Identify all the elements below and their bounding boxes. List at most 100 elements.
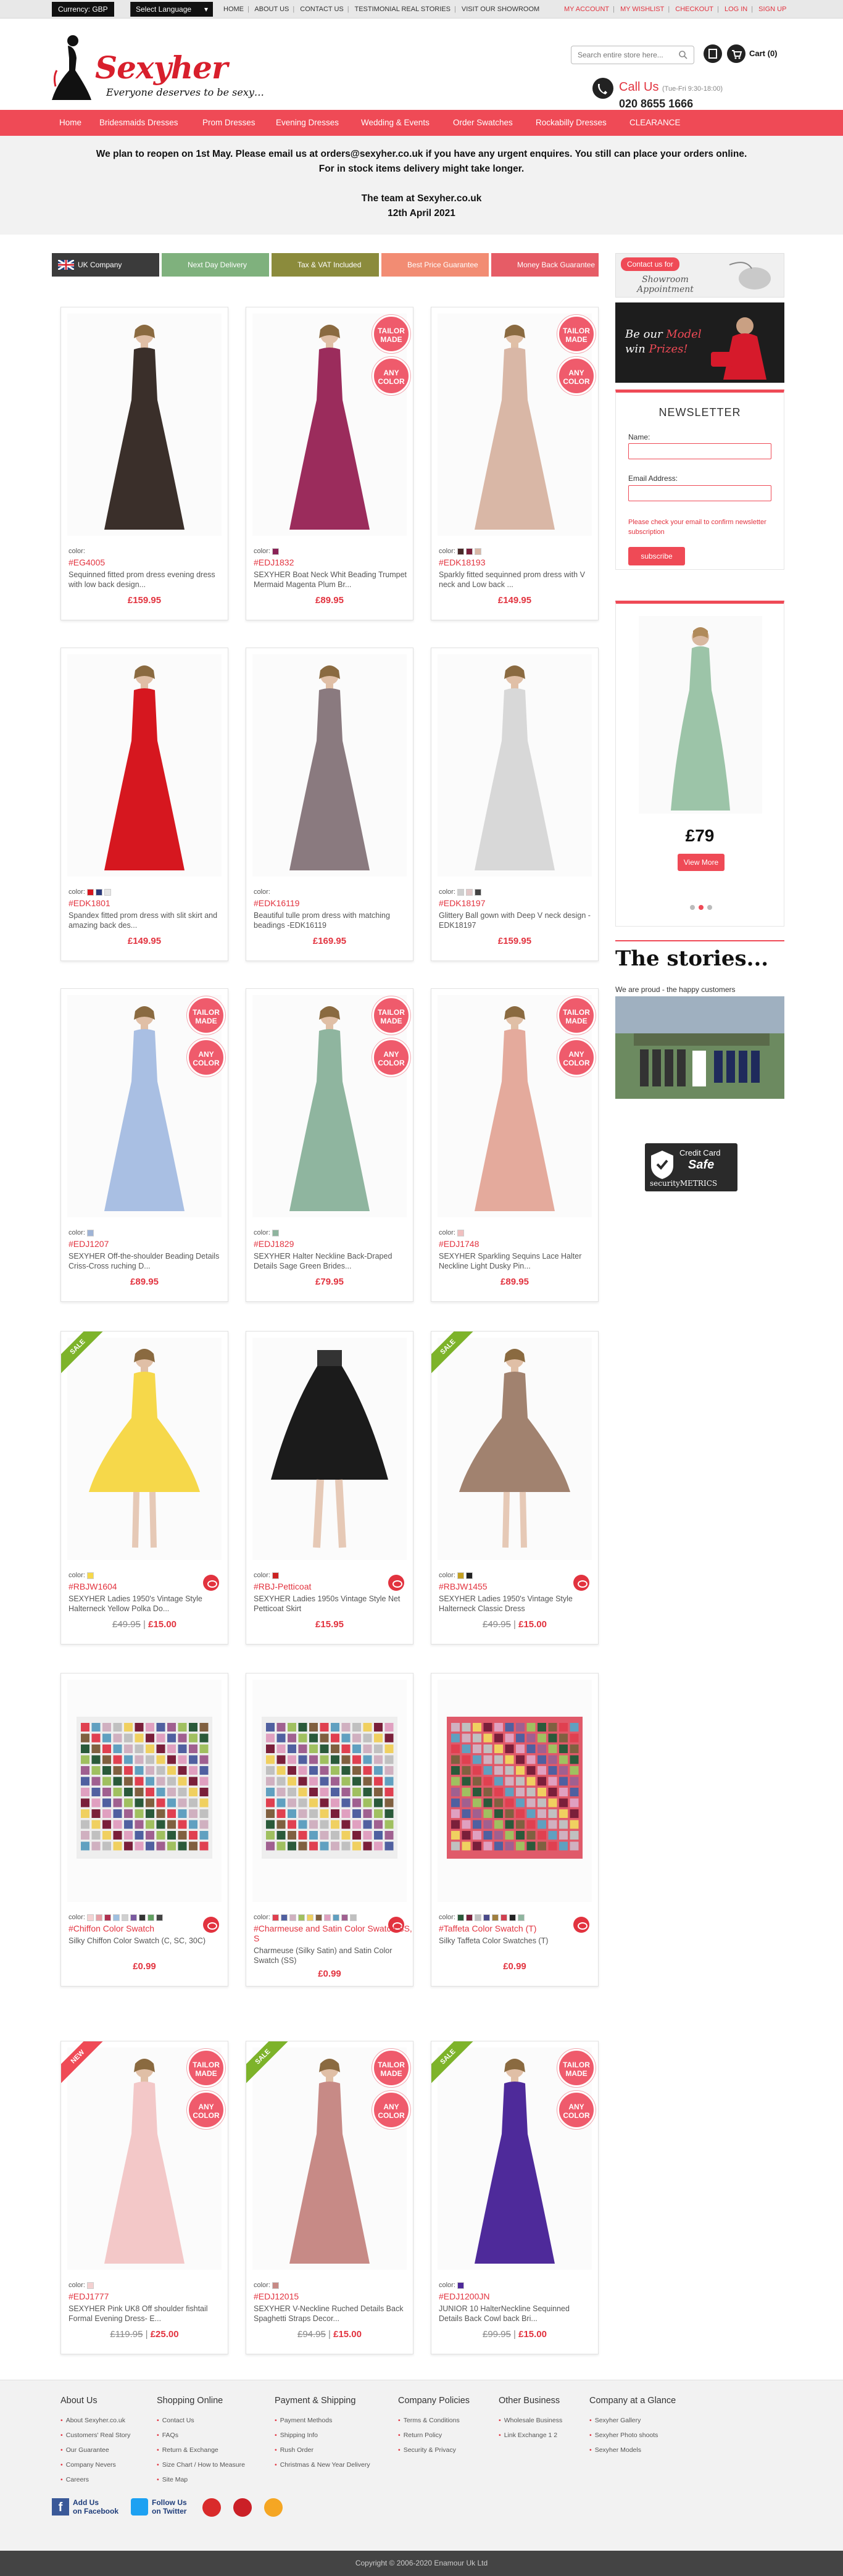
- product-description[interactable]: SEXYHER Off-the-shoulder Beading Details…: [69, 1251, 223, 1271]
- search-icon[interactable]: [678, 50, 688, 60]
- product-card[interactable]: SALE color: #RBJW1604 SEXYHER Ladies 1950's…: [60, 1331, 228, 1644]
- footer-link[interactable]: Security & Privacy: [398, 2443, 470, 2457]
- nav-swatches[interactable]: Order Swatches: [453, 110, 513, 136]
- footer-link[interactable]: Sexyher Photo shoots: [589, 2428, 676, 2443]
- color-swatch[interactable]: [483, 1914, 490, 1921]
- color-swatch[interactable]: [156, 1914, 163, 1921]
- color-swatch[interactable]: [86, 1229, 94, 1236]
- color-swatch[interactable]: [457, 1914, 464, 1921]
- product-description[interactable]: Sequinned fitted prom dress evening dres…: [69, 570, 223, 590]
- product-code[interactable]: #RBJW1455: [439, 1582, 488, 1591]
- product-card[interactable]: SALE color: #RBJW1455 SEXYHER Ladies 1950's…: [431, 1331, 599, 1644]
- product-image[interactable]: [438, 654, 592, 877]
- footer-link[interactable]: Size Chart / How to Measure: [157, 2457, 245, 2472]
- product-description[interactable]: Glittery Ball gown with Deep V neck desi…: [439, 911, 593, 930]
- product-image[interactable]: [67, 1338, 222, 1560]
- product-card[interactable]: color: #EDK18197 Glittery Ball gown with D…: [431, 648, 599, 961]
- product-code[interactable]: #EDK18193: [439, 557, 486, 567]
- stories-title[interactable]: The stories...: [615, 946, 784, 971]
- pinterest-icon[interactable]: [233, 2498, 252, 2517]
- model-prize-banner[interactable]: Be our Model win Prizes!: [615, 302, 784, 383]
- color-swatch[interactable]: [500, 1914, 507, 1921]
- product-card[interactable]: color: #Chiffon Color Swatch Silky Chiffon…: [60, 1673, 228, 1986]
- color-swatch[interactable]: [297, 1914, 305, 1921]
- footer-link[interactable]: Return Policy: [398, 2428, 470, 2443]
- logo-silhouette-icon[interactable]: [51, 33, 93, 102]
- product-card[interactable]: color: #EDK16119 Beautiful tulle prom dres…: [246, 648, 413, 961]
- blogger-icon[interactable]: [264, 2498, 283, 2517]
- footer-link[interactable]: About Sexyher.co.uk: [60, 2413, 130, 2428]
- color-swatch[interactable]: [280, 1914, 288, 1921]
- color-swatch[interactable]: [465, 548, 473, 555]
- color-swatch[interactable]: [86, 888, 94, 896]
- color-swatch[interactable]: [474, 1914, 481, 1921]
- color-swatch[interactable]: [457, 1229, 464, 1236]
- product-description[interactable]: SEXYHER Ladies 1950s Vintage Style Net P…: [254, 1594, 408, 1614]
- quick-view-eye-icon[interactable]: [203, 1917, 219, 1933]
- stories-wedding-photo[interactable]: [615, 996, 784, 1099]
- product-code[interactable]: #EDK18197: [439, 898, 486, 908]
- product-description[interactable]: Sparkly fitted sequinned prom dress with…: [439, 570, 593, 590]
- product-card[interactable]: color: #EG4005 Sequinned fitted prom dress…: [60, 307, 228, 620]
- quick-view-eye-icon[interactable]: [573, 1917, 589, 1933]
- link-about[interactable]: ABOUT US: [254, 6, 289, 13]
- footer-link[interactable]: Shipping Info: [275, 2428, 370, 2443]
- footer-link[interactable]: Careers: [60, 2472, 130, 2487]
- color-swatch[interactable]: [509, 1914, 516, 1921]
- product-description[interactable]: SEXYHER Pink UK8 Off shoulder fishtail F…: [69, 2304, 223, 2324]
- quick-view-eye-icon[interactable]: [388, 1575, 404, 1591]
- color-swatch[interactable]: [465, 1572, 473, 1579]
- footer-link[interactable]: Rush Order: [275, 2443, 370, 2457]
- color-swatch[interactable]: [306, 1914, 314, 1921]
- color-swatch[interactable]: [147, 1914, 154, 1921]
- product-code[interactable]: #Charmeuse and Satin Color Swatch SS, S: [254, 1924, 413, 1943]
- product-code[interactable]: #RBJW1604: [69, 1582, 117, 1591]
- color-swatch[interactable]: [272, 1914, 279, 1921]
- logo-text[interactable]: Sexyher: [95, 49, 228, 86]
- nav-wedding[interactable]: Wedding & Events: [361, 110, 430, 136]
- link-home[interactable]: HOME: [223, 6, 244, 13]
- product-description[interactable]: SEXYHER V-Neckline Ruched Details Back S…: [254, 2304, 408, 2324]
- footer-link[interactable]: Company Nevers: [60, 2457, 130, 2472]
- color-swatch[interactable]: [272, 2282, 279, 2289]
- product-description[interactable]: SEXYHER Sparkling Sequins Lace Halter Ne…: [439, 1251, 593, 1271]
- footer-link[interactable]: Sexyher Models: [589, 2443, 676, 2457]
- view-more-button[interactable]: View More: [678, 854, 725, 871]
- color-swatch[interactable]: [289, 1914, 296, 1921]
- product-description[interactable]: SEXYHER Boat Neck Whit Beading Trumpet M…: [254, 570, 408, 590]
- color-swatch[interactable]: [112, 1914, 120, 1921]
- color-swatch[interactable]: [341, 1914, 348, 1921]
- product-description[interactable]: Silky Chiffon Color Swatch (C, SC, 30C): [69, 1936, 223, 1946]
- product-description[interactable]: SEXYHER Ladies 1950's Vintage Style Halt…: [439, 1594, 593, 1614]
- link-contact[interactable]: CONTACT US: [300, 6, 344, 13]
- product-card[interactable]: color: #RBJ-Petticoat SEXYHER Ladies 1950s…: [246, 1331, 413, 1644]
- security-badge[interactable]: Credit Card Safe securityMETRICS: [645, 1143, 737, 1191]
- footer-link[interactable]: FAQs: [157, 2428, 245, 2443]
- quick-view-eye-icon[interactable]: [203, 1575, 219, 1591]
- color-swatch[interactable]: [457, 2282, 464, 2289]
- product-card[interactable]: color: #Taffeta Color Swatch (T) Silky Taf…: [431, 1673, 599, 1986]
- product-card[interactable]: color: #Charmeuse and Satin Color Swatch …: [246, 1673, 413, 1986]
- product-description[interactable]: SEXYHER Ladies 1950's Vintage Style Halt…: [69, 1594, 223, 1614]
- product-description[interactable]: JUNIOR 10 HalterNeckline Sequinned Detai…: [439, 2304, 593, 2324]
- nav-evening[interactable]: Evening Dresses: [276, 110, 339, 136]
- product-image[interactable]: [438, 1680, 592, 1902]
- slider-dot-1[interactable]: [690, 905, 695, 910]
- link-my-account[interactable]: MY ACCOUNT: [564, 6, 609, 13]
- product-code[interactable]: #Taffeta Color Swatch (T): [439, 1924, 536, 1933]
- showroom-banner[interactable]: Contact us for Showroom Appointment: [615, 253, 784, 298]
- color-swatch[interactable]: [121, 1914, 128, 1921]
- product-card[interactable]: TAILOR MADE ANY COLOR color: #EDJ1207 SEXYHE…: [60, 988, 228, 1302]
- footer-link[interactable]: Customers' Real Story: [60, 2428, 131, 2443]
- product-image[interactable]: [252, 1680, 407, 1902]
- color-swatch[interactable]: [517, 1914, 525, 1921]
- product-code[interactable]: #EDJ1777: [69, 2291, 109, 2301]
- color-swatch[interactable]: [95, 888, 102, 896]
- footer-link[interactable]: Sexyher Gallery: [589, 2413, 676, 2428]
- product-code[interactable]: #EDJ1207: [69, 1239, 109, 1249]
- link-showroom[interactable]: VISIT OUR SHOWROOM: [462, 6, 539, 13]
- footer-link[interactable]: Site Map: [157, 2472, 245, 2487]
- color-swatch[interactable]: [95, 1914, 102, 1921]
- promo-dress-image[interactable]: [639, 616, 762, 814]
- color-swatch[interactable]: [104, 1914, 111, 1921]
